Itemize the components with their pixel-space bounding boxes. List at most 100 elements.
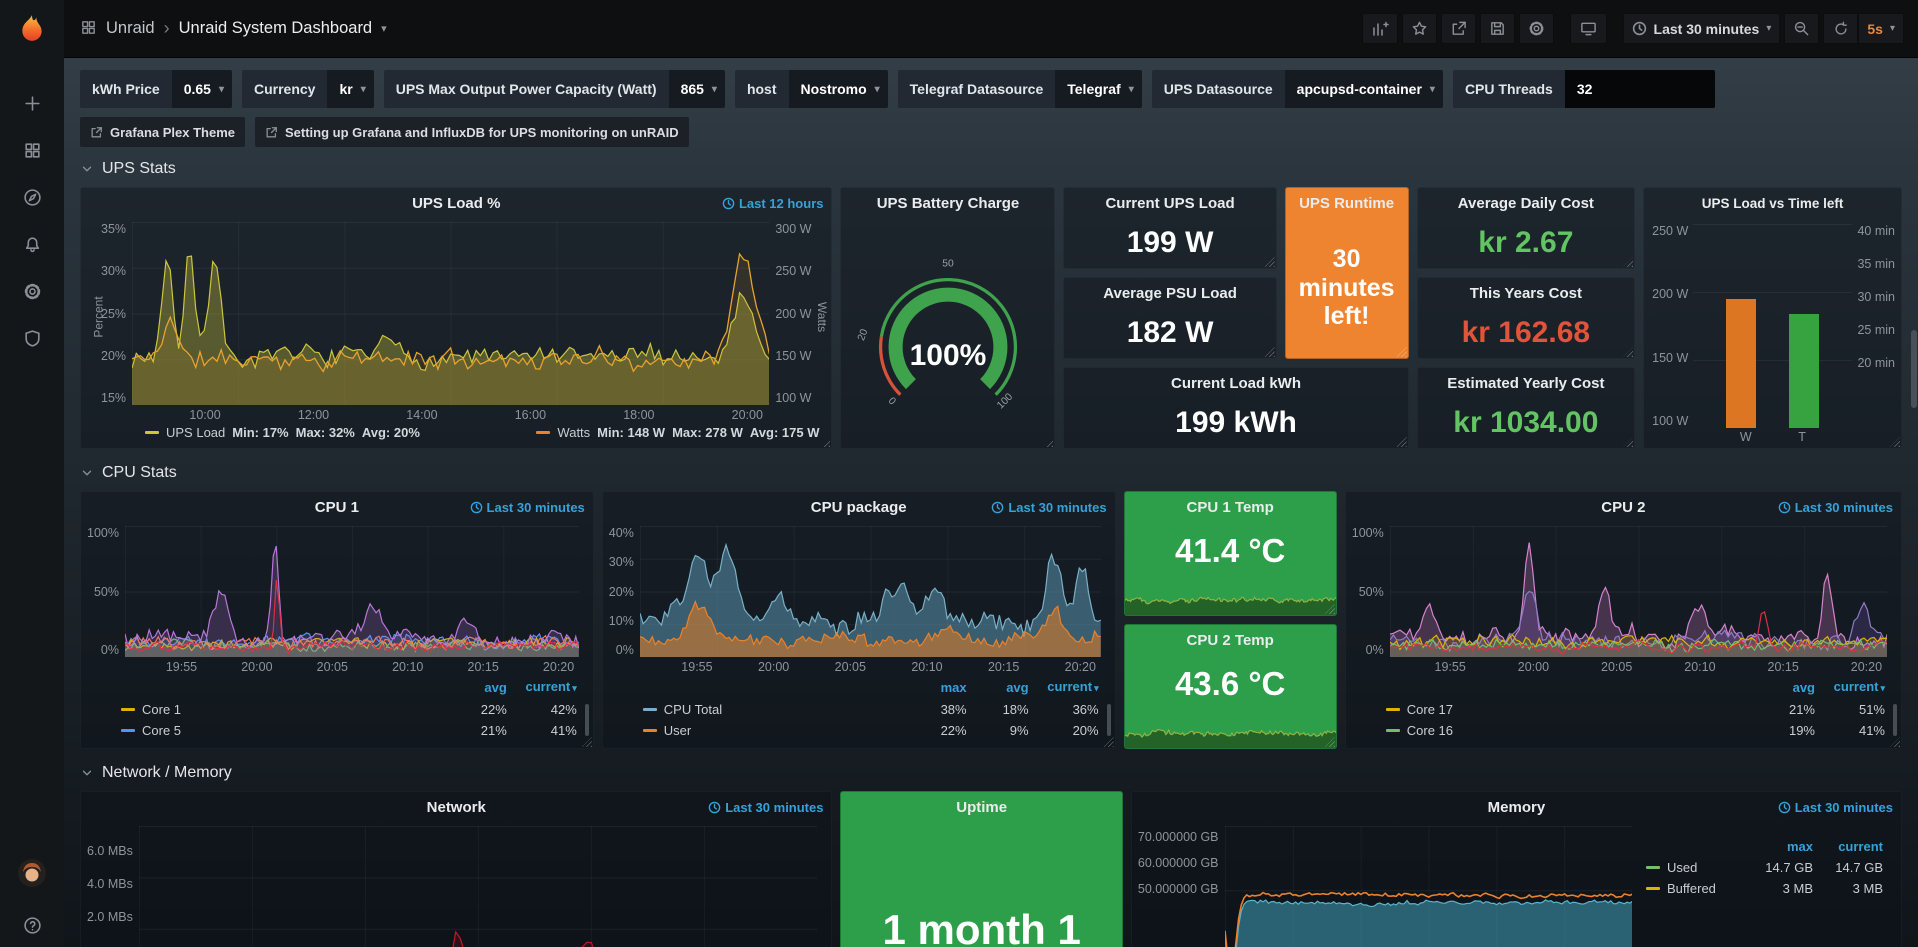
variable-ups-datasource[interactable]: UPS Datasource apcupsd-container▾ <box>1152 70 1443 108</box>
row-ups-stats[interactable]: UPS Stats <box>80 151 1902 187</box>
add-panel-button[interactable] <box>1362 13 1398 44</box>
dashboard-link-plex-theme[interactable]: Grafana Plex Theme <box>80 117 245 147</box>
panel-title[interactable]: This Years Cost <box>1470 285 1582 302</box>
server-admin-shield-icon[interactable] <box>23 329 42 348</box>
legend-sort-current[interactable]: current▾ <box>507 676 577 699</box>
row-network-memory[interactable]: Network / Memory <box>80 755 1902 791</box>
legend-series-name[interactable]: Core 17 <box>1386 699 1749 720</box>
variable-ups-max-output[interactable]: UPS Max Output Power Capacity (Watt) 865… <box>384 70 725 108</box>
legend-series-name[interactable]: Core 1 <box>121 699 441 720</box>
star-dashboard-button[interactable] <box>1402 13 1437 44</box>
legend-sort-current[interactable]: current▾ <box>1815 676 1885 699</box>
dashboard-settings-button[interactable] <box>1519 13 1554 44</box>
user-avatar[interactable] <box>17 858 47 888</box>
page-scrollbar-thumb[interactable] <box>1911 330 1917 408</box>
cpu-threads-input[interactable] <box>1565 70 1715 108</box>
legend-sort-current[interactable]: current▾ <box>1029 676 1099 699</box>
explore-compass-icon[interactable] <box>23 188 42 207</box>
template-variables-row: kWh Price 0.65▾ Currency kr▾ UPS Max Out… <box>80 70 1902 108</box>
legend-row: Core 17 21%51% <box>1386 699 1885 720</box>
breadcrumb-dashboard-title[interactable]: Unraid System Dashboard <box>179 19 373 38</box>
panel-title[interactable]: Average PSU Load <box>1103 285 1237 302</box>
panel-title[interactable]: CPU 2 <box>1601 499 1645 516</box>
panel-title[interactable]: CPU 2 Temp <box>1187 632 1274 649</box>
plot-area[interactable] <box>1390 526 1887 657</box>
variable-value-dropdown[interactable]: apcupsd-container▾ <box>1285 70 1443 108</box>
plot-area[interactable] <box>1225 826 1632 947</box>
plot-area[interactable] <box>125 526 579 657</box>
legend-series-name[interactable]: User <box>643 720 905 741</box>
panel-title[interactable]: Average Daily Cost <box>1458 195 1594 212</box>
panel-title[interactable]: UPS Load % <box>412 195 500 212</box>
panel-title[interactable]: Current UPS Load <box>1105 195 1234 212</box>
time-range-picker[interactable]: Last 30 minutes ▾ <box>1623 13 1781 44</box>
top-navbar: Unraid › Unraid System Dashboard ▾ <box>64 0 1918 58</box>
panel-title[interactable]: Uptime <box>956 799 1007 816</box>
panel-title[interactable]: Current Load kWh <box>1171 375 1301 392</box>
legend-series-name[interactable]: UPS Load <box>166 425 225 440</box>
external-link-icon <box>90 126 103 139</box>
panel-title[interactable]: Network <box>427 799 486 816</box>
row-cpu-stats[interactable]: CPU Stats <box>80 455 1902 491</box>
cycle-view-mode-button[interactable] <box>1570 13 1607 44</box>
legend-sort-max[interactable]: max <box>905 677 967 698</box>
dashboards-icon[interactable] <box>23 141 42 160</box>
variable-telegraf-datasource[interactable]: Telegraf Datasource Telegraf▾ <box>898 70 1142 108</box>
variable-currency[interactable]: Currency kr▾ <box>242 70 374 108</box>
legend-series-name[interactable]: CPU Total <box>643 699 905 720</box>
bar-time-left[interactable] <box>1789 314 1819 428</box>
plot-area[interactable] <box>640 526 1101 657</box>
panel-title[interactable]: UPS Battery Charge <box>877 195 1020 212</box>
y-axis-right: 40 min35 min30 min25 min20 min <box>1857 224 1895 428</box>
variable-kwh-price[interactable]: kWh Price 0.65▾ <box>80 70 232 108</box>
refresh-button[interactable] <box>1823 13 1858 44</box>
panel-title[interactable]: CPU 1 <box>315 499 359 516</box>
alerting-bell-icon[interactable] <box>23 235 42 254</box>
legend-series-name[interactable]: Core 16 <box>1386 720 1749 741</box>
panel-title[interactable]: UPS Runtime <box>1299 195 1394 212</box>
chevron-down-icon <box>80 466 94 480</box>
legend-series-name[interactable]: Buffered <box>1646 878 1743 899</box>
panel-title[interactable]: Estimated Yearly Cost <box>1447 375 1604 392</box>
save-dashboard-button[interactable] <box>1480 13 1515 44</box>
legend-series-name[interactable]: Core 5 <box>121 720 441 741</box>
variable-value-dropdown[interactable]: 865▾ <box>669 70 725 108</box>
legend-scrollbar[interactable] <box>1893 704 1897 736</box>
variable-value-dropdown[interactable]: kr▾ <box>327 70 373 108</box>
legend-sort-avg[interactable]: avg <box>967 677 1029 698</box>
variable-host[interactable]: host Nostromo▾ <box>735 70 888 108</box>
help-icon[interactable] <box>23 916 42 935</box>
legend-sort-avg[interactable]: avg <box>441 677 507 698</box>
refresh-interval-picker[interactable]: 5s ▾ <box>1858 13 1904 44</box>
variable-value-dropdown[interactable]: 0.65▾ <box>172 70 232 108</box>
panel-title[interactable]: UPS Load vs Time left <box>1702 196 1844 211</box>
plot-area[interactable] <box>139 826 818 947</box>
variable-value-dropdown[interactable]: Telegraf▾ <box>1055 70 1141 108</box>
breadcrumb-folder[interactable]: Unraid <box>106 19 155 38</box>
dashboard-link-ups-guide[interactable]: Setting up Grafana and InfluxDB for UPS … <box>255 117 689 147</box>
legend-series-name[interactable]: Used <box>1646 857 1743 878</box>
legend-scrollbar[interactable] <box>1107 704 1111 736</box>
svg-text:20: 20 <box>856 327 870 342</box>
configuration-gear-icon[interactable] <box>23 282 42 301</box>
series-color-swatch <box>643 729 657 732</box>
grafana-logo-icon[interactable] <box>17 13 47 46</box>
chevron-down-icon: ▾ <box>1766 23 1771 34</box>
plot-area[interactable] <box>1693 224 1852 428</box>
add-icon[interactable] <box>23 94 42 113</box>
panel-title[interactable]: CPU package <box>811 499 907 516</box>
dashboard-title-caret-icon[interactable]: ▾ <box>381 22 387 35</box>
share-dashboard-button[interactable] <box>1441 13 1476 44</box>
zoom-out-button[interactable] <box>1784 13 1819 44</box>
panel-title[interactable]: CPU 1 Temp <box>1187 499 1274 516</box>
variable-value-dropdown[interactable]: Nostromo▾ <box>789 70 888 108</box>
plot-area[interactable] <box>132 222 769 405</box>
series-color-swatch <box>643 708 657 711</box>
legend-series-name[interactable]: Watts <box>557 425 590 440</box>
legend-sort-current[interactable]: current <box>1813 836 1883 857</box>
bar-watts[interactable] <box>1726 299 1756 428</box>
legend-sort-avg[interactable]: avg <box>1749 677 1815 698</box>
legend-sort-max[interactable]: max <box>1743 836 1813 857</box>
panel-title[interactable]: Memory <box>1488 799 1546 816</box>
legend-scrollbar[interactable] <box>585 704 589 736</box>
